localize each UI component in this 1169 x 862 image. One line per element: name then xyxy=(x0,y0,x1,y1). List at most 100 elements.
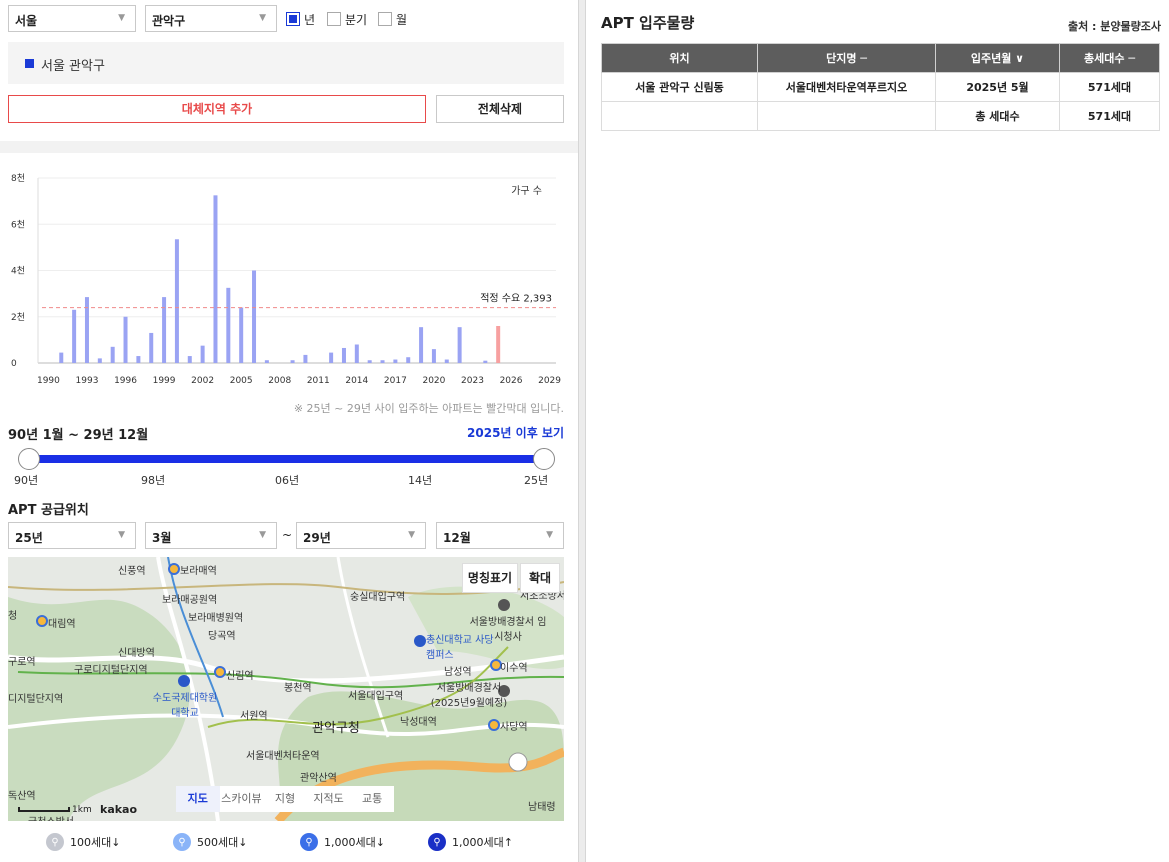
y-tick-label: 4천 xyxy=(11,266,25,277)
map-label: 당곡역 xyxy=(208,631,236,642)
map-label: 구로역 xyxy=(8,657,36,668)
district-select[interactable]: 관악구 ▼ xyxy=(145,5,277,32)
chevron-down-icon: ▼ xyxy=(259,530,266,540)
table-row[interactable]: 서울 관악구 신림동 서울대벤처타운역푸르지오 2025년 5월 571세대 xyxy=(601,72,1160,102)
map-tab-skyview[interactable]: 스카이뷰 xyxy=(220,786,264,812)
x-tick-label: 2014 xyxy=(345,376,368,386)
to-month-value: 12월 xyxy=(443,531,471,545)
apt-move-in-table: 위치 단지명 ─ 입주년월 ∨ 총세대수 ─ 서울 관악구 신림동 서울대벤처타… xyxy=(601,43,1160,131)
map-tab-traffic[interactable]: 교통 xyxy=(350,786,394,812)
range-title: 90년 1월 ~ 29년 12월 xyxy=(8,428,149,443)
chart-bar xyxy=(239,307,244,363)
cell-location: 서울 관악구 신림동 xyxy=(601,72,758,102)
x-tick-label: 2005 xyxy=(230,376,253,386)
cell-total-label: 총 세대수 xyxy=(935,101,1060,131)
map-label: 신풍역 xyxy=(118,566,146,577)
period-year-label: 년 xyxy=(304,12,316,27)
pin-lightblue-icon: ⚲ xyxy=(173,833,191,851)
chevron-down-icon: ▼ xyxy=(408,530,415,540)
period-month-label: 월 xyxy=(396,12,408,27)
to-year-select[interactable]: 29년 ▼ xyxy=(296,522,426,549)
map-label: 대림역 xyxy=(48,619,76,630)
chart-bar xyxy=(84,297,89,363)
map-label: 보라매병원역 xyxy=(188,613,244,624)
after-2025-link[interactable]: 2025년 이후 보기 xyxy=(467,424,564,441)
map-label: 이수역 xyxy=(500,663,528,674)
x-tick-label: 1999 xyxy=(153,376,176,386)
chart-bar xyxy=(380,360,385,363)
chart-bar xyxy=(406,357,411,363)
table-total-row: 총 세대수 571세대 xyxy=(601,101,1160,131)
pin-blue-icon: ⚲ xyxy=(300,833,318,851)
map-label: 청 xyxy=(8,611,18,622)
chart-bar xyxy=(174,239,179,363)
chart-bar xyxy=(252,270,257,363)
add-region-button[interactable]: 대체지역 추가 xyxy=(8,95,426,123)
col-complex-header[interactable]: 단지명 ─ xyxy=(757,43,936,73)
map-label: 서울방배경찰서 임시청사 xyxy=(469,617,547,643)
map-label: 봉천역 xyxy=(284,683,312,694)
region-chip-bar: 서울 관악구 xyxy=(8,42,564,84)
chart-note: ※ 25년 ~ 29년 사이 입주하는 아파트는 빨간막대 입니다. xyxy=(293,402,564,415)
map-label: 사당역 xyxy=(500,722,528,733)
x-tick-label: 2020 xyxy=(422,376,445,386)
from-year-select[interactable]: 25년 ▼ xyxy=(8,522,136,549)
x-tick-label: 1990 xyxy=(37,376,60,386)
from-month-select[interactable]: 3월 ▼ xyxy=(145,522,277,549)
delete-all-button[interactable]: 전체삭제 xyxy=(436,95,564,123)
source-label: 출처 : 분양물량조사 xyxy=(1067,20,1161,33)
legend-1000-under: ⚲ 1,000세대↓ xyxy=(300,830,385,854)
x-tick-label: 2011 xyxy=(307,376,330,386)
chart-bar xyxy=(483,360,488,363)
slider-tick: 14년 xyxy=(408,474,433,487)
region-chip-label[interactable]: 서울 관악구 xyxy=(41,55,105,74)
chart-bar xyxy=(59,352,64,363)
region-color-marker xyxy=(25,59,34,68)
map-show-names-button[interactable]: 명칭표기 xyxy=(462,563,518,593)
map-label: 서원역 xyxy=(240,711,268,722)
slider-start-handle[interactable] xyxy=(18,448,40,470)
period-quarter-checkbox[interactable]: 분기 xyxy=(327,10,367,28)
map-tab-cadastral[interactable]: 지적도 xyxy=(307,786,351,812)
chart-bar xyxy=(213,195,218,363)
period-slider-track[interactable] xyxy=(28,455,544,463)
cell-total-units: 571세대 xyxy=(1059,101,1160,131)
map-zoom-button[interactable]: 확대 xyxy=(520,563,560,593)
city-select[interactable]: 서울 ▼ xyxy=(8,5,136,32)
map-tab-map[interactable]: 지도 xyxy=(176,786,220,812)
chart-bar xyxy=(226,287,231,363)
col-date-header[interactable]: 입주년월 ∨ xyxy=(935,43,1060,73)
slider-end-handle[interactable] xyxy=(533,448,555,470)
city-select-value: 서울 xyxy=(15,14,38,28)
panel-divider[interactable] xyxy=(578,0,586,862)
period-year-checkbox[interactable]: 년 xyxy=(286,10,315,28)
chart-bar xyxy=(431,349,436,363)
slider-tick: 90년 xyxy=(14,474,39,487)
map-label: 신대방역 xyxy=(118,648,155,659)
chart-bar xyxy=(264,360,269,363)
kakao-logo: kakao xyxy=(100,803,138,816)
chevron-down-icon: ▼ xyxy=(259,13,266,23)
x-tick-label: 2017 xyxy=(384,376,407,386)
x-tick-label: 2002 xyxy=(191,376,214,386)
map-tab-terrain[interactable]: 지형 xyxy=(263,786,307,812)
map-label: 관악구청 xyxy=(312,721,360,736)
chart-bar xyxy=(496,326,501,363)
chart-bar xyxy=(393,359,398,363)
to-month-select[interactable]: 12월 ▼ xyxy=(436,522,564,549)
map-scale: 1km xyxy=(18,805,92,815)
map-label: 구로디지털단지역 xyxy=(74,665,148,676)
map-label: 남성역 xyxy=(444,667,472,678)
slider-tick: 98년 xyxy=(141,474,166,487)
period-quarter-label: 분기 xyxy=(345,12,368,27)
y-tick-label: 6천 xyxy=(11,219,25,230)
map-label: 독산역 xyxy=(8,791,36,802)
supply-map[interactable]: 신풍역 보라매역 보라매공원역 보라매병원역 당곡역 청 대림역 구로역 신대방… xyxy=(8,557,564,821)
map-label: 신림역 xyxy=(226,671,254,682)
legend-500: ⚲ 500세대↓ xyxy=(173,830,247,854)
cell-complex xyxy=(757,101,936,131)
x-tick-label: 2023 xyxy=(461,376,484,386)
district-select-value: 관악구 xyxy=(152,14,186,28)
period-month-checkbox[interactable]: 월 xyxy=(378,10,407,28)
col-units-header[interactable]: 총세대수 ─ xyxy=(1059,43,1160,73)
